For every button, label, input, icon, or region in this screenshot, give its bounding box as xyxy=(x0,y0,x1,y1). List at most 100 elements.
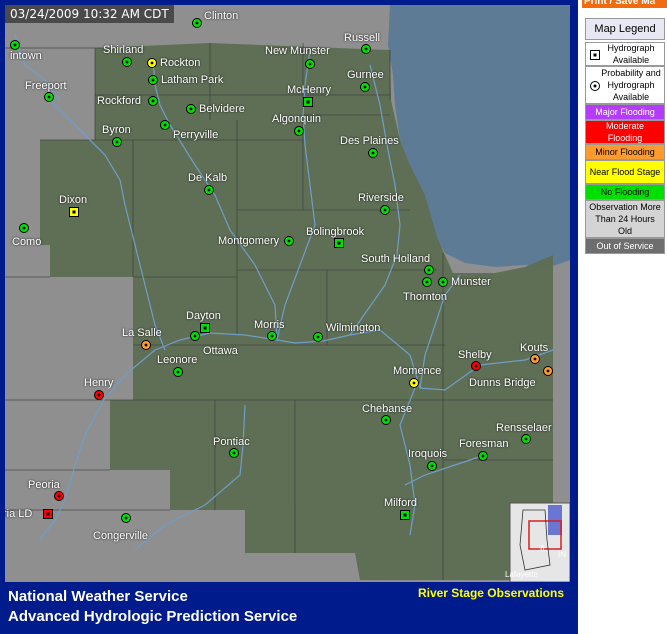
station-marker-ottawa[interactable] xyxy=(189,330,201,342)
station-marker-shirland[interactable] xyxy=(121,56,133,68)
hydrologic-map[interactable]: IL IN Lafayette Clinton intown Shirland Rockt… xyxy=(5,5,570,582)
legend-item-label: Moderate Flooding xyxy=(605,121,645,143)
station-label-munster[interactable]: Munster xyxy=(451,276,491,288)
station-label-wilmington[interactable]: Wilmington xyxy=(326,322,380,334)
station-marker-chebanse[interactable] xyxy=(380,414,392,426)
station-label-dixon[interactable]: Dixon xyxy=(59,194,87,206)
station-marker-rensselaer[interactable] xyxy=(520,433,532,445)
station-label-rockton[interactable]: Rockton xyxy=(160,57,200,69)
station-label-south-holland[interactable]: South Holland xyxy=(361,253,430,265)
station-marker-latham-park[interactable] xyxy=(147,74,159,86)
station-marker-rockford[interactable] xyxy=(147,95,159,107)
station-label-gurnee[interactable]: Gurnee xyxy=(347,69,384,81)
legend-item-major-flooding: Major Flooding xyxy=(585,104,665,120)
station-marker-peoria[interactable] xyxy=(53,490,65,502)
station-marker-thornton[interactable] xyxy=(421,276,433,288)
station-marker-algonquin[interactable] xyxy=(293,125,305,137)
station-label-ria-ld[interactable]: ria LD xyxy=(5,508,32,520)
station-label-de-kalb[interactable]: De Kalb xyxy=(188,172,227,184)
station-marker-dixon[interactable] xyxy=(68,206,80,218)
station-label-algonquin[interactable]: Algonquin xyxy=(272,113,321,125)
station-marker-russell[interactable] xyxy=(360,43,372,55)
station-label-freeport[interactable]: Freeport xyxy=(25,80,67,92)
station-label-rockford[interactable]: Rockford xyxy=(97,95,141,107)
timestamp: 03/24/2009 10:32 AM CDT xyxy=(5,5,174,23)
station-label-shirland[interactable]: Shirland xyxy=(103,44,143,56)
station-label-peoria[interactable]: Peoria xyxy=(28,479,60,491)
inset-label-lafayette: Lafayette xyxy=(505,570,538,579)
station-marker-munster[interactable] xyxy=(437,276,449,288)
station-label-latham-park[interactable]: Latham Park xyxy=(161,74,223,86)
station-label-henry[interactable]: Henry xyxy=(84,377,113,389)
station-label-como[interactable]: Como xyxy=(12,236,41,248)
station-marker-morris[interactable] xyxy=(266,330,278,342)
station-marker-henry[interactable] xyxy=(93,389,105,401)
station-label-shelby[interactable]: Shelby xyxy=(458,349,492,361)
station-marker-foresman[interactable] xyxy=(477,450,489,462)
station-label-montgomery[interactable]: Montgomery xyxy=(218,235,279,247)
station-marker-momence[interactable] xyxy=(408,377,420,389)
station-label-belvidere[interactable]: Belvidere xyxy=(199,103,245,115)
station-marker-perryville[interactable] xyxy=(159,119,171,131)
station-label-foresman[interactable]: Foresman xyxy=(459,438,509,450)
station-marker-des-plaines[interactable] xyxy=(367,147,379,159)
station-label-perryville[interactable]: Perryville xyxy=(173,129,218,141)
station-label-bolingbrook[interactable]: Bolingbrook xyxy=(306,226,364,238)
station-marker-montgomery[interactable] xyxy=(283,235,295,247)
station-label-thornton[interactable]: Thornton xyxy=(403,291,447,303)
legend-item-minor-flooding: Minor Flooding xyxy=(585,144,665,160)
station-label-milford[interactable]: Milford xyxy=(384,497,417,509)
station-label-momence[interactable]: Momence xyxy=(393,365,441,377)
station-marker-iroquois[interactable] xyxy=(426,460,438,472)
legend-item-hydrograph-available: Hydrograph Available xyxy=(585,42,665,66)
station-marker-de-kalb[interactable] xyxy=(203,184,215,196)
legend-title: Map Legend xyxy=(585,18,665,40)
station-marker-la-salle[interactable] xyxy=(140,339,152,351)
station-label-leonore[interactable]: Leonore xyxy=(157,354,197,366)
station-marker-milford[interactable] xyxy=(399,509,411,521)
station-label-byron[interactable]: Byron xyxy=(102,124,131,136)
station-label-russell[interactable]: Russell xyxy=(344,32,380,44)
station-label-dunns-bridge[interactable]: Dunns Bridge xyxy=(469,377,536,389)
station-marker-dunns-bridge[interactable] xyxy=(542,365,554,377)
station-label-la-salle[interactable]: La Salle xyxy=(122,327,162,339)
station-marker-byron[interactable] xyxy=(111,136,123,148)
station-label-morris[interactable]: Morris xyxy=(254,319,285,331)
station-label-intown[interactable]: intown xyxy=(10,50,42,62)
station-label-riverside[interactable]: Riverside xyxy=(358,192,404,204)
station-label-dayton[interactable]: Dayton xyxy=(186,310,221,322)
station-label-chebanse[interactable]: Chebanse xyxy=(362,403,412,415)
station-marker-pontiac[interactable] xyxy=(228,447,240,459)
station-label-ottawa[interactable]: Ottawa xyxy=(203,345,238,357)
station-label-clinton[interactable]: Clinton xyxy=(204,10,238,22)
station-label-mchenry[interactable]: McHenry xyxy=(287,84,331,96)
station-label-pontiac[interactable]: Pontiac xyxy=(213,436,250,448)
station-marker-ria-ld[interactable] xyxy=(42,508,54,520)
station-marker-south-holland[interactable] xyxy=(423,264,435,276)
station-marker-rockton[interactable] xyxy=(146,57,158,69)
station-label-kouts[interactable]: Kouts xyxy=(520,342,548,354)
station-marker-congerville[interactable] xyxy=(120,512,132,524)
legend-item-probability-and-hydrograph-available: Probability and Hydrograph Available xyxy=(585,66,665,104)
station-marker-belvidere[interactable] xyxy=(185,103,197,115)
station-label-new-munster[interactable]: New Munster xyxy=(265,45,330,57)
station-marker-freeport[interactable] xyxy=(43,91,55,103)
nws-title: National Weather Service xyxy=(8,588,188,605)
station-marker-como[interactable] xyxy=(18,222,30,234)
station-marker-wilmington[interactable] xyxy=(312,331,324,343)
station-label-congerville[interactable]: Congerville xyxy=(93,530,148,542)
station-marker-new-munster[interactable] xyxy=(304,58,316,70)
station-marker-riverside[interactable] xyxy=(379,204,391,216)
station-marker-shelby[interactable] xyxy=(470,360,482,372)
station-label-iroquois[interactable]: Iroquois xyxy=(408,448,447,460)
station-marker-kouts[interactable] xyxy=(529,353,541,365)
station-label-rensselaer[interactable]: Rensselaer xyxy=(496,422,552,434)
print-save-button[interactable]: Print / Save Ma xyxy=(582,0,667,8)
station-label-des-plaines[interactable]: Des Plaines xyxy=(340,135,399,147)
station-marker-bolingbrook[interactable] xyxy=(333,237,345,249)
map-frame: IL IN Lafayette Clinton intown Shirland Rockt… xyxy=(0,0,578,634)
station-marker-mchenry[interactable] xyxy=(302,96,314,108)
station-marker-leonore[interactable] xyxy=(172,366,184,378)
station-marker-gurnee[interactable] xyxy=(359,81,371,93)
station-marker-clinton[interactable] xyxy=(191,17,203,29)
